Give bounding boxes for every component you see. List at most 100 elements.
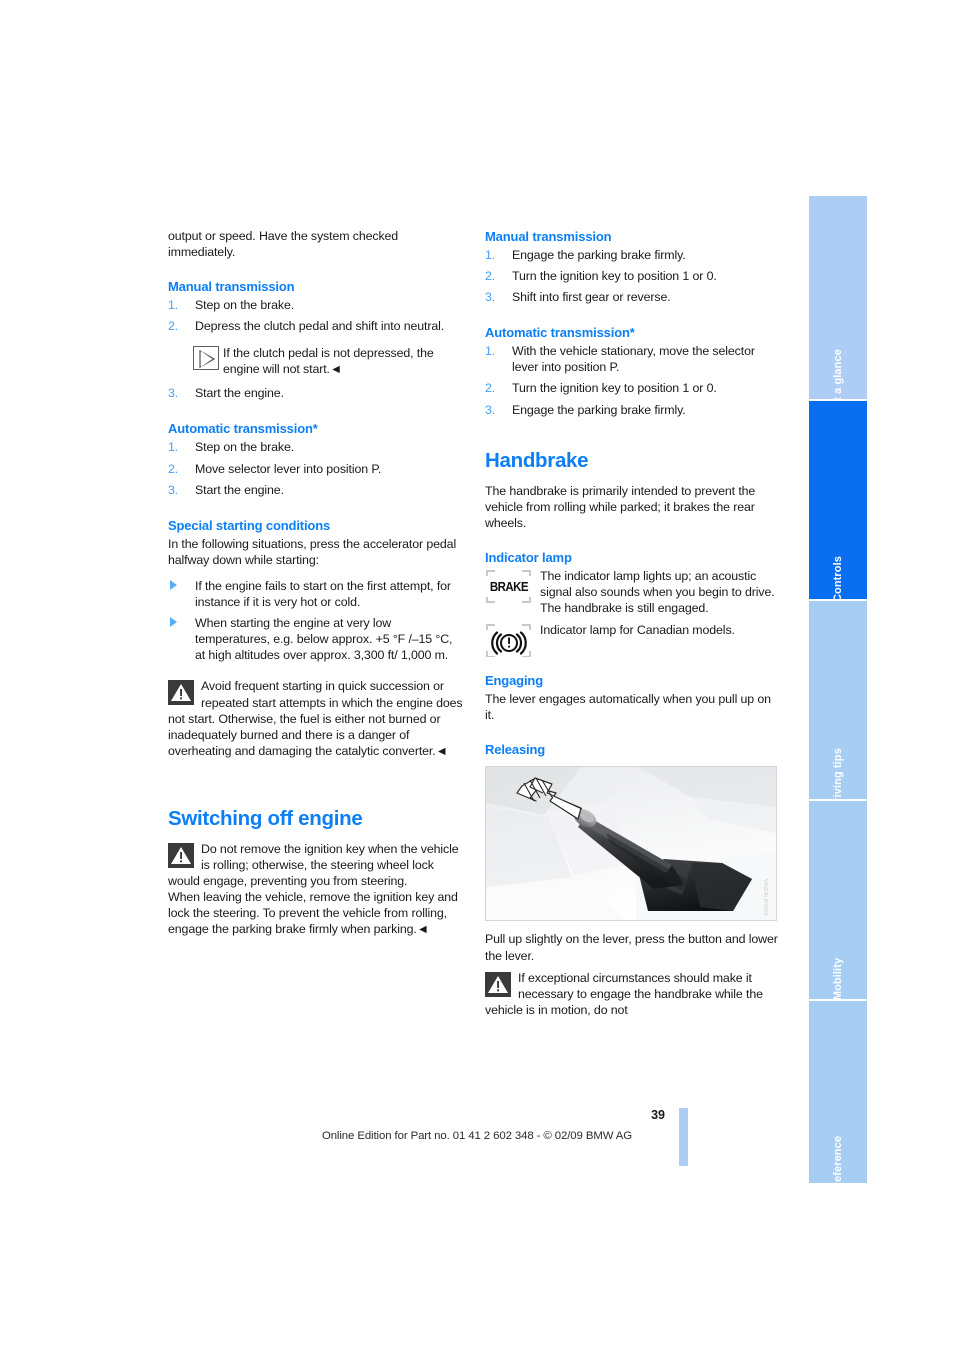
brake-lamp-icon: BRAKE	[485, 568, 533, 608]
step-number: 1.	[168, 440, 179, 455]
note-text: If the clutch pedal is not depressed, th…	[223, 346, 434, 377]
warning-block-releasing: If exceptional circumstances should make…	[485, 970, 782, 1018]
tab-label: Mobility	[832, 957, 844, 1001]
heading-automatic-transmission-left: Automatic transmission*	[168, 421, 318, 437]
warning-block-frequent-starting: Avoid frequent starting in quick success…	[168, 678, 465, 758]
tab-controls[interactable]: Controls	[809, 401, 867, 603]
figure-caption: Pull up slightly on the lever, press the…	[485, 932, 778, 963]
warning-triangle-icon	[168, 842, 194, 868]
step-number: 3.	[485, 290, 496, 305]
steps-automatic-transmission-right: 1. With the vehicle stationary, move the…	[485, 343, 782, 417]
tab-label: Reference	[832, 1135, 844, 1191]
tab-reference[interactable]: Reference	[809, 1001, 867, 1190]
heading-handbrake: Handbrake	[485, 448, 589, 472]
heading-releasing: Releasing	[485, 742, 546, 758]
list-item: 2. Depress the clutch pedal and shift in…	[168, 318, 465, 334]
handbrake-intro: The handbrake is primarily intended to p…	[485, 483, 756, 530]
list-item: 1. Step on the brake.	[168, 297, 465, 313]
handbrake-lever-illustration	[486, 767, 776, 921]
step-number: 2.	[485, 269, 496, 284]
bullets-special-starting: If the engine fails to start on the firs…	[168, 578, 465, 663]
step-text: Move selector lever into position P.	[195, 461, 382, 476]
step-text: Turn the ignition key to position 1 or 0…	[512, 269, 717, 284]
list-item: 1. With the vehicle stationary, move the…	[485, 343, 782, 375]
step-number: 2.	[485, 381, 496, 396]
tab-mobility[interactable]: Mobility	[809, 801, 867, 1001]
tab-label: Controls	[832, 555, 844, 603]
step-number: 3.	[485, 402, 496, 417]
steps-manual-transmission-right: 1. Engage the parking brake firmly. 2. T…	[485, 247, 782, 305]
steps-manual-transmission-left-cont: 3. Start the engine.	[168, 385, 465, 401]
indicator-lamp-text: The indicator lamp lights up; an acousti…	[540, 568, 775, 616]
step-text: Step on the brake.	[195, 440, 295, 455]
warning-triangle-icon	[485, 971, 511, 997]
section-tabs: At a glance Controls Driving tips Mobili…	[809, 196, 867, 1190]
heading-manual-transmission-right: Manual transmission	[485, 229, 612, 244]
step-text: Step on the brake.	[195, 298, 295, 313]
heading-indicator-lamp: Indicator lamp	[485, 549, 572, 565]
steps-automatic-transmission-left: 1. Step on the brake. 2. Move selector l…	[168, 439, 465, 497]
bullet-text: If the engine fails to start on the firs…	[195, 578, 451, 610]
indicator-lamp-row-brake: BRAKE The indicator lamp lights up; an a…	[485, 568, 782, 616]
left-column: output or speed. Have the system checked…	[168, 228, 465, 937]
step-text: Engage the parking brake firmly.	[512, 402, 686, 417]
step-text: With the vehicle stationary, move the se…	[512, 344, 755, 375]
heading-switching-off-engine: Switching off engine	[168, 806, 363, 830]
list-item: 1. Step on the brake.	[168, 439, 465, 455]
step-text: Engage the parking brake firmly.	[512, 248, 686, 262]
triangle-bullet-icon	[170, 617, 177, 628]
step-number: 2.	[168, 461, 179, 476]
step-number: 3.	[168, 386, 179, 401]
warning-triangle-icon	[168, 680, 194, 706]
warning-text: Avoid frequent starting in quick success…	[168, 679, 463, 758]
figure-watermark: VKG4LRSWh	[762, 879, 768, 917]
step-number: 2.	[168, 319, 179, 334]
list-item: When starting the engine at very low tem…	[168, 615, 465, 663]
heading-manual-transmission-left: Manual transmission	[168, 279, 295, 295]
engaging-text: The lever engages automatically when you…	[485, 692, 771, 723]
step-text: Start the engine.	[195, 386, 284, 401]
warning-block-switching-off: Do not remove the ignition key when the …	[168, 841, 465, 889]
right-column: Manual transmission 1. Engage the parkin…	[485, 228, 782, 1018]
special-starting-intro: In the following situations, press the a…	[168, 536, 457, 567]
canadian-brake-lamp-icon	[485, 622, 533, 662]
note-triangle-icon	[193, 346, 219, 371]
warning-text: If exceptional circumstances should make…	[485, 970, 763, 1017]
heading-engaging: Engaging	[485, 673, 544, 689]
list-item: 3. Engage the parking brake firmly.	[485, 402, 782, 418]
step-number: 1.	[485, 344, 496, 359]
step-number: 1.	[168, 298, 179, 313]
tab-at-a-glance[interactable]: At a glance	[809, 196, 867, 409]
list-item: 2. Turn the ignition key to position 1 o…	[485, 380, 782, 396]
list-item: If the engine fails to start on the firs…	[168, 578, 465, 610]
page-number: 39	[651, 1108, 665, 1122]
note-block-clutch: If the clutch pedal is not depressed, th…	[168, 345, 465, 379]
warning-text-continued: When leaving the vehicle, remove the ign…	[168, 890, 458, 937]
step-text: Turn the ignition key to position 1 or 0…	[512, 381, 717, 396]
list-item: 3. Shift into first gear or reverse.	[485, 289, 782, 305]
handbrake-lever-figure: VKG4LRSWh	[485, 766, 777, 922]
step-text: Depress the clutch pedal and shift into …	[195, 319, 445, 334]
manual-page: output or speed. Have the system checked…	[0, 0, 954, 1350]
indicator-lamp-text: Indicator lamp for Canadian models.	[540, 623, 735, 638]
list-item: 1. Engage the parking brake firmly.	[485, 247, 782, 263]
footer-text: Online Edition for Part no. 01 41 2 602 …	[321, 1130, 633, 1142]
bullet-text: When starting the engine at very low tem…	[195, 616, 453, 663]
heading-automatic-transmission-right: Automatic transmission*	[485, 325, 635, 341]
indicator-lamp-row-canadian: Indicator lamp for Canadian models.	[485, 622, 782, 658]
tab-driving-tips[interactable]: Driving tips	[809, 601, 867, 810]
tab-label: At a glance	[832, 349, 844, 409]
list-item: 3. Start the engine.	[168, 385, 465, 401]
list-item: 3. Start the engine.	[168, 482, 465, 498]
list-item: 2. Turn the ignition key to position 1 o…	[485, 268, 782, 284]
heading-special-starting-conditions: Special starting conditions	[168, 517, 331, 533]
triangle-bullet-icon	[170, 579, 177, 590]
step-number: 3.	[168, 482, 179, 497]
list-item: 2. Move selector lever into position P.	[168, 461, 465, 477]
step-text: Start the engine.	[195, 482, 284, 497]
steps-manual-transmission-left: 1. Step on the brake. 2. Depress the clu…	[168, 297, 465, 334]
warning-text: Do not remove the ignition key when the …	[168, 841, 459, 889]
intro-paragraph: output or speed. Have the system checked…	[168, 229, 399, 260]
step-number: 1.	[485, 248, 496, 262]
brake-lamp-label: BRAKE	[489, 579, 529, 594]
